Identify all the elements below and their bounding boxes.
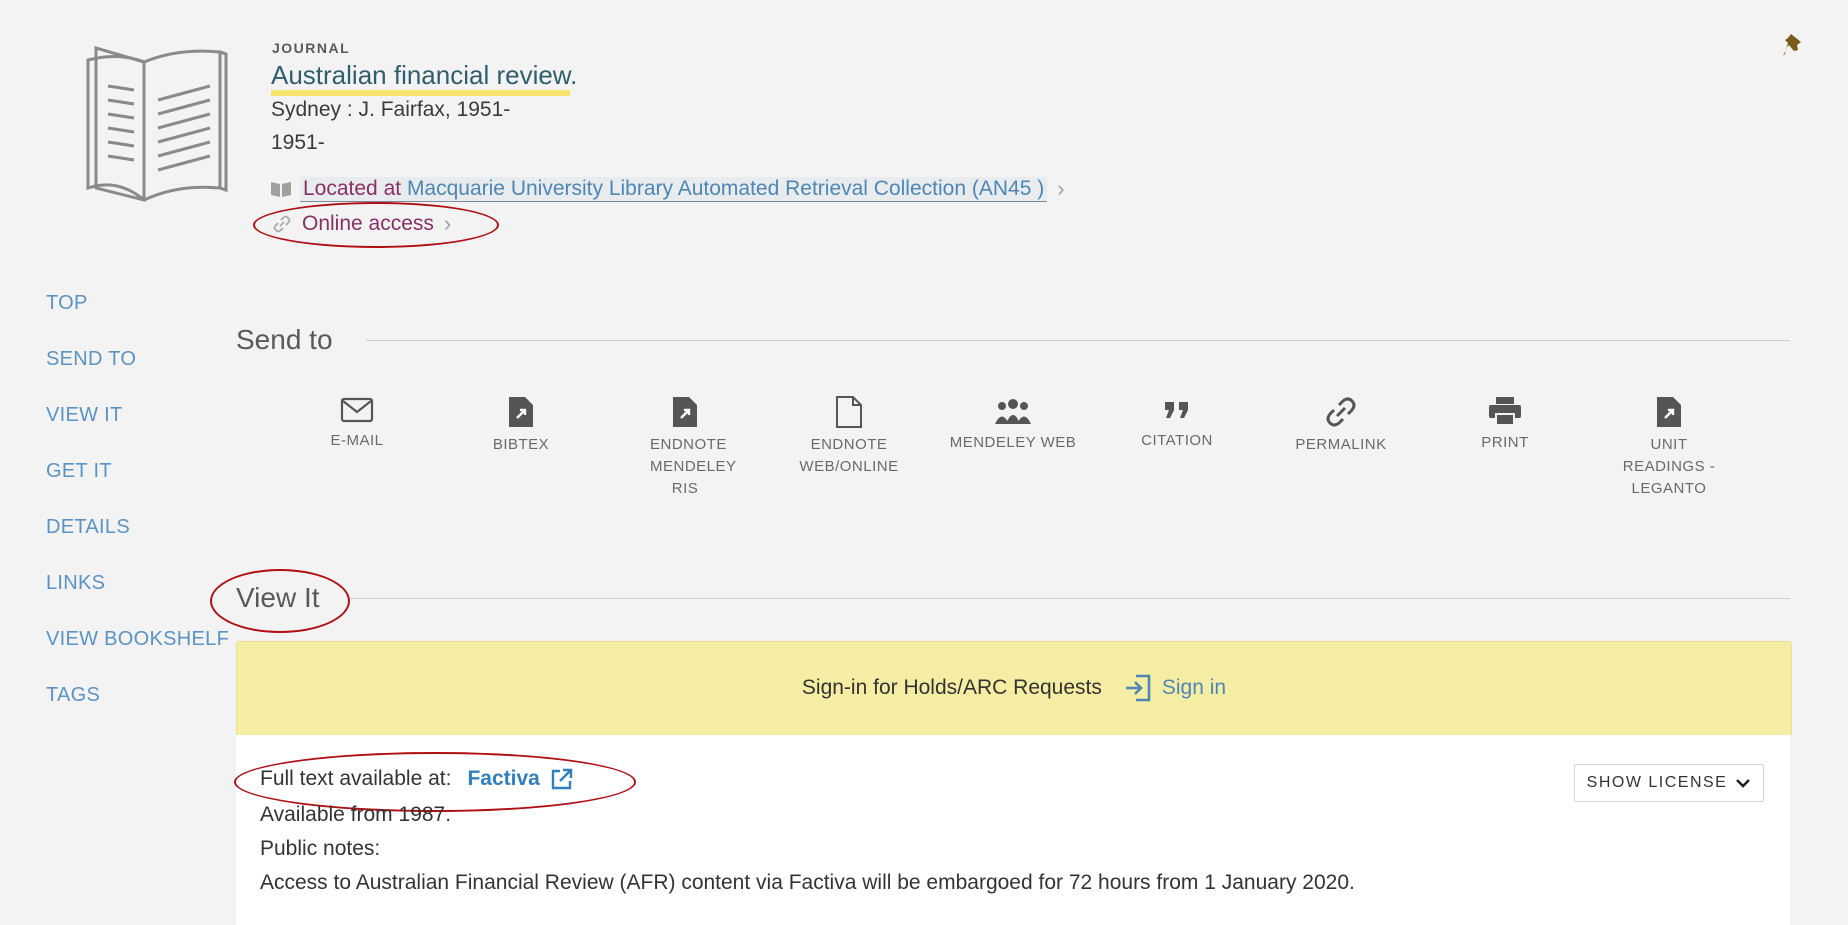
nav-view-bookshelf[interactable]: VIEW BOOKSHELF (46, 628, 229, 651)
online-access-link[interactable]: Online access (302, 212, 434, 236)
send-endnote-web-label: ENDNOTE WEB/ONLINE (799, 436, 899, 475)
send-print-label: PRINT (1481, 434, 1529, 451)
send-email-button[interactable]: E-MAIL (292, 396, 422, 452)
record-title[interactable]: Australian financial review. (271, 60, 578, 96)
book-cover-icon (86, 46, 228, 202)
book-location-icon (271, 182, 291, 197)
send-citation-label: CITATION (1141, 432, 1213, 449)
fulltext-row: Full text available at: Factiva (260, 767, 574, 791)
send-bibtex-button[interactable]: BIBTEX (456, 396, 586, 456)
show-license-label: SHOW LICENSE (1586, 774, 1728, 791)
location-prefix: Located at (303, 176, 402, 200)
signin-banner: Sign-in for Holds/ARC Requests Sign in (236, 641, 1792, 736)
send-endnote-mendeley-ris-button[interactable]: ENDNOTE MENDELEY RIS (620, 396, 750, 500)
send-mendeley-web-label: MENDELEY WEB (949, 434, 1077, 451)
document-icon (836, 396, 862, 428)
record-publisher: Sydney : J. Fairfax, 1951- (271, 98, 511, 121)
send-to-heading: Send to (236, 324, 333, 355)
print-icon (1489, 397, 1521, 426)
record-title-period: . (570, 60, 578, 90)
send-bibtex-label: BIBTEX (492, 436, 550, 453)
mail-icon (340, 397, 374, 423)
signin-link[interactable]: Sign in (1162, 676, 1226, 700)
file-export-icon (1657, 397, 1681, 427)
nav-view-it[interactable]: VIEW IT (46, 404, 123, 427)
signin-content: Sign-in for Holds/ARC Requests Sign in (237, 673, 1791, 703)
send-endnote-web-button[interactable]: ENDNOTE WEB/ONLINE (784, 396, 914, 478)
send-email-label: E-MAIL (330, 432, 384, 449)
sign-in-icon[interactable] (1124, 673, 1152, 703)
chevron-right-icon: › (1057, 176, 1065, 201)
nav-details[interactable]: DETAILS (46, 516, 130, 539)
fulltext-label: Full text available at: (260, 767, 452, 790)
people-icon (995, 399, 1031, 424)
view-it-panel (236, 735, 1790, 925)
view-it-divider (350, 598, 1790, 599)
nav-tags[interactable]: TAGS (46, 684, 100, 707)
public-notes-label: Public notes: (260, 837, 381, 860)
send-mendeley-web-button[interactable]: MENDELEY WEB (948, 396, 1078, 454)
nav-top[interactable]: TOP (46, 292, 88, 315)
send-unit-readings-button[interactable]: UNIT READINGS - LEGANTO (1604, 396, 1734, 500)
pin-icon[interactable] (1782, 32, 1806, 67)
send-permalink-label: PERMALINK (1295, 436, 1387, 453)
chevron-down-icon (1736, 779, 1751, 788)
signin-text: Sign-in for Holds/ARC Requests (801, 676, 1102, 699)
location-link[interactable]: Macquarie University Library Automated R… (407, 177, 1044, 200)
quote-icon (1165, 402, 1188, 418)
send-permalink-button[interactable]: PERMALINK (1276, 396, 1406, 456)
online-access-row[interactable]: Online access › (272, 211, 451, 237)
send-to-divider (366, 340, 1790, 341)
send-citation-button[interactable]: CITATION (1112, 396, 1242, 452)
view-it-heading: View It (236, 582, 320, 613)
record-type-label: JOURNAL (272, 40, 351, 56)
link-icon (1326, 397, 1356, 427)
available-from: Available from 1987. (260, 803, 452, 826)
record-date: 1951- (271, 131, 325, 154)
nav-links[interactable]: LINKS (46, 572, 105, 595)
send-print-button[interactable]: PRINT (1440, 396, 1570, 454)
show-license-button[interactable]: SHOW LICENSE (1574, 764, 1764, 802)
factiva-link[interactable]: Factiva (467, 767, 539, 791)
send-endnote-mendeley-ris-label: ENDNOTE MENDELEY RIS (650, 436, 737, 497)
link-icon (273, 215, 291, 233)
nav-send-to[interactable]: SEND TO (46, 348, 136, 371)
external-link-icon[interactable] (550, 767, 574, 791)
public-note-text: Access to Australian Financial Review (A… (260, 871, 1355, 894)
send-unit-readings-label: UNIT READINGS - LEGANTO (1622, 436, 1716, 497)
location-row[interactable]: Located at Macquarie University Library … (270, 175, 1065, 203)
file-export-icon (673, 397, 697, 427)
chevron-right-icon: › (443, 211, 452, 236)
file-export-icon (509, 397, 533, 427)
nav-get-it[interactable]: GET IT (46, 460, 112, 483)
record-title-text[interactable]: Australian financial review (271, 60, 571, 96)
